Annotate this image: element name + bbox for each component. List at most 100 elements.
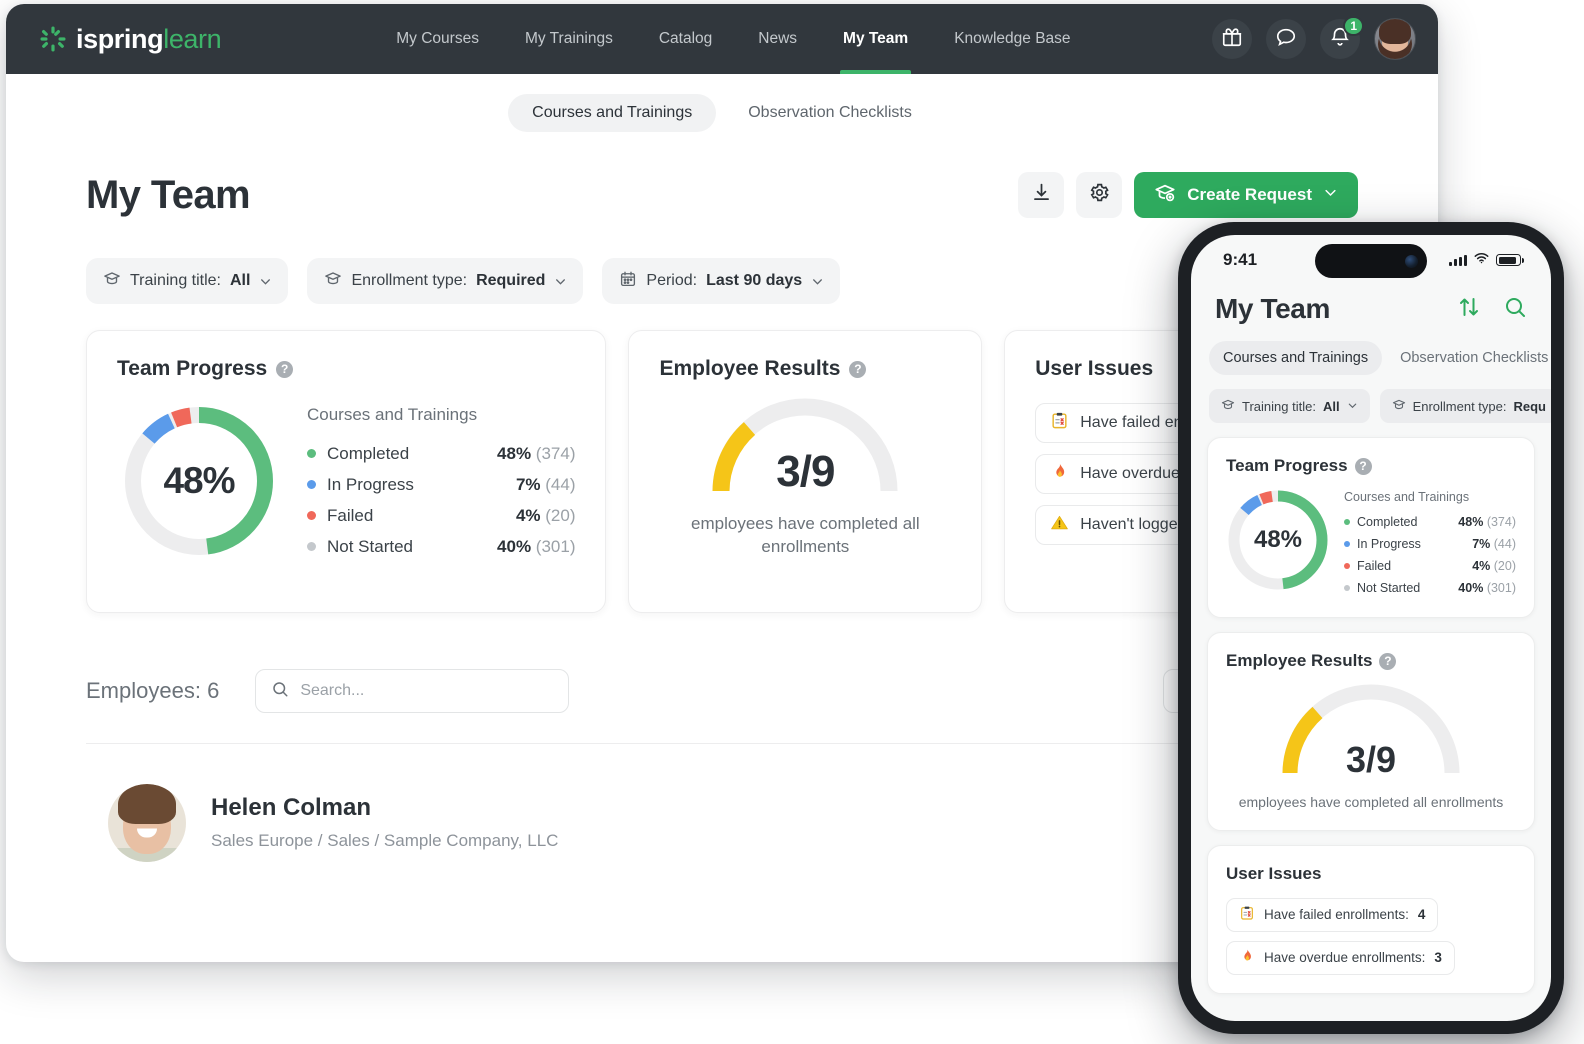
help-icon[interactable]: ? [849, 360, 867, 378]
chat-button[interactable] [1266, 19, 1306, 59]
avatar[interactable] [1374, 18, 1416, 60]
calendar-icon [619, 270, 637, 293]
graduation-cap-icon [324, 270, 342, 293]
nav-item-knowledge-base[interactable]: Knowledge Base [931, 4, 1093, 74]
status-time: 9:41 [1223, 250, 1258, 269]
filter-training-title-label: Training title: [130, 272, 221, 289]
employees-count: Employees: 6 [86, 678, 219, 704]
front-camera-icon [1405, 254, 1418, 268]
phone-donut-center-value: 48% [1253, 526, 1303, 553]
dynamic-island [1315, 244, 1427, 278]
tab-courses-and-trainings[interactable]: Courses and Trainings [508, 94, 717, 132]
help-icon[interactable]: ? [1354, 457, 1372, 475]
graduation-cap-icon [103, 270, 121, 293]
filter-training-title-value: All [230, 272, 251, 289]
help-icon[interactable]: ? [276, 360, 294, 378]
legend-dot-failed [307, 511, 316, 520]
phone-legend-count-completed: (374) [1486, 515, 1516, 529]
phone-filter-enrollment-value: Requ [1513, 398, 1547, 414]
filter-period[interactable]: Period: Last 90 days [602, 258, 841, 304]
search-icon [271, 680, 289, 703]
user-issues-title-text: User Issues [1035, 357, 1154, 380]
phone-legend-value-not-started: 40% (301) [1458, 581, 1516, 595]
fire-icon [1050, 462, 1069, 486]
phone-filter-enrollment-type[interactable]: Enrollment type: Requ [1379, 389, 1551, 423]
settings-button[interactable] [1076, 172, 1123, 218]
search-input[interactable] [300, 682, 554, 700]
legend-pct-not-started: 40% [497, 536, 532, 556]
employee-name[interactable]: Helen Colman [211, 794, 558, 822]
chevron-down-icon [1347, 399, 1358, 414]
clipboard-x-icon [1239, 905, 1255, 924]
phone-page-title: My Team [1215, 293, 1330, 324]
table-row[interactable]: Helen Colman Sales Europe / Sales / Samp… [86, 744, 1358, 875]
download-button[interactable] [1018, 172, 1065, 218]
create-request-button[interactable]: Create Request [1134, 172, 1358, 218]
legend-row-in-progress: In Progress 7% (44) [307, 469, 575, 500]
employee-meta: Helen Colman Sales Europe / Sales / Samp… [211, 794, 558, 851]
filter-training-title[interactable]: Training title: All [86, 258, 289, 304]
phone-user-issue-overdue-enrollments[interactable]: Have overdue enrollments: 3 [1226, 940, 1455, 975]
legend-count-failed: (20) [545, 505, 576, 525]
phone-employee-results-caption: employees have completed all enrollments [1238, 794, 1504, 810]
filter-enrollment-type-label: Enrollment type: [351, 272, 468, 289]
gift-button[interactable] [1212, 19, 1252, 59]
sort-icon[interactable] [1457, 295, 1481, 324]
gift-icon [1221, 26, 1243, 53]
ispring-learn-logo[interactable]: ispringlearn [40, 24, 222, 55]
breadcrumb: Sales Europe / Sales / Sample Company, L… [211, 831, 559, 850]
notifications-button[interactable]: 1 [1320, 16, 1364, 59]
search-icon[interactable] [1503, 295, 1527, 324]
nav-item-catalog[interactable]: Catalog [636, 4, 735, 74]
chevron-down-icon [259, 275, 271, 287]
phone-employee-results-card: Employee Results ? 3/9 employees have co… [1207, 632, 1535, 831]
nav-item-my-courses[interactable]: My Courses [373, 4, 502, 74]
search-box[interactable] [255, 669, 570, 713]
phone-tab-observation-checklists[interactable]: Observation Checklists [1386, 341, 1551, 375]
legend-pct-completed: 48% [497, 443, 532, 463]
nav-item-my-trainings[interactable]: My Trainings [502, 4, 636, 74]
phone-user-issue-failed-enrollments[interactable]: Have failed enrollments: 4 [1226, 897, 1439, 932]
phone-legend-heading: Courses and Trainings [1344, 490, 1470, 504]
phone-team-progress-legend: Courses and Trainings Completed 48% (374… [1344, 488, 1516, 599]
top-navigation-bar: ispringlearn My Courses My Trainings Cat… [6, 4, 1438, 74]
legend-row-failed: Failed 4% (20) [307, 500, 575, 531]
employee-results-card: Employee Results ? 3/9 employees have co… [628, 330, 983, 613]
phone-user-issue-count-overdue: 3 [1434, 950, 1442, 966]
notification-badge: 1 [1343, 16, 1364, 36]
phone-legend-label-completed: Completed [1357, 515, 1418, 529]
header-actions: 1 [1212, 16, 1416, 60]
wifi-icon [1474, 251, 1489, 269]
phone-team-progress-title: Team Progress ? [1226, 456, 1516, 476]
employee-results-gauge-wrap: 3/9 employees have completed all enrollm… [659, 391, 951, 559]
phone-team-progress-body: 48% Courses and Trainings Completed 48% … [1226, 488, 1516, 599]
clipboard-x-icon [1050, 411, 1069, 435]
filter-enrollment-type[interactable]: Enrollment type: Required [307, 258, 584, 304]
phone-user-issues-title: User Issues [1226, 864, 1516, 884]
phone-legend-dot-completed [1344, 519, 1350, 525]
content-tabs: Courses and Trainings Observation Checkl… [6, 74, 1438, 142]
screenshot-root: ispringlearn My Courses My Trainings Cat… [0, 0, 1584, 1044]
team-progress-card: Team Progress ? 48% Courses and Training… [86, 330, 607, 613]
phone-employee-results-value: 3/9 [1345, 739, 1397, 780]
tab-observation-checklists[interactable]: Observation Checklists [724, 94, 936, 132]
legend-value-in-progress: 7% (44) [516, 475, 576, 495]
legend-heading: Courses and Trainings [307, 405, 478, 424]
legend-dot-not-started [307, 542, 316, 551]
phone-legend-value-in-progress: 7% (44) [1472, 537, 1516, 551]
phone-legend-dot-not-started [1344, 585, 1350, 591]
help-icon[interactable]: ? [1379, 652, 1397, 670]
page-title: My Team [86, 172, 251, 217]
phone-tab-courses-and-trainings[interactable]: Courses and Trainings [1209, 341, 1383, 375]
graduation-cap-plus-icon [1154, 182, 1176, 209]
nav-item-my-team[interactable]: My Team [820, 4, 931, 74]
phone-user-issue-label-overdue: Have overdue enrollments: [1264, 950, 1426, 966]
legend-label-failed: Failed [327, 505, 374, 525]
avatar-hair [118, 783, 176, 824]
phone-filter-training-title[interactable]: Training title: All [1209, 389, 1370, 423]
legend-dot-completed [307, 449, 316, 458]
phone-legend-pct-failed: 4% [1472, 559, 1491, 573]
nav-item-news[interactable]: News [735, 4, 820, 74]
legend-value-completed: 48% (374) [497, 444, 575, 464]
phone-legend-count-failed: (20) [1493, 559, 1516, 573]
